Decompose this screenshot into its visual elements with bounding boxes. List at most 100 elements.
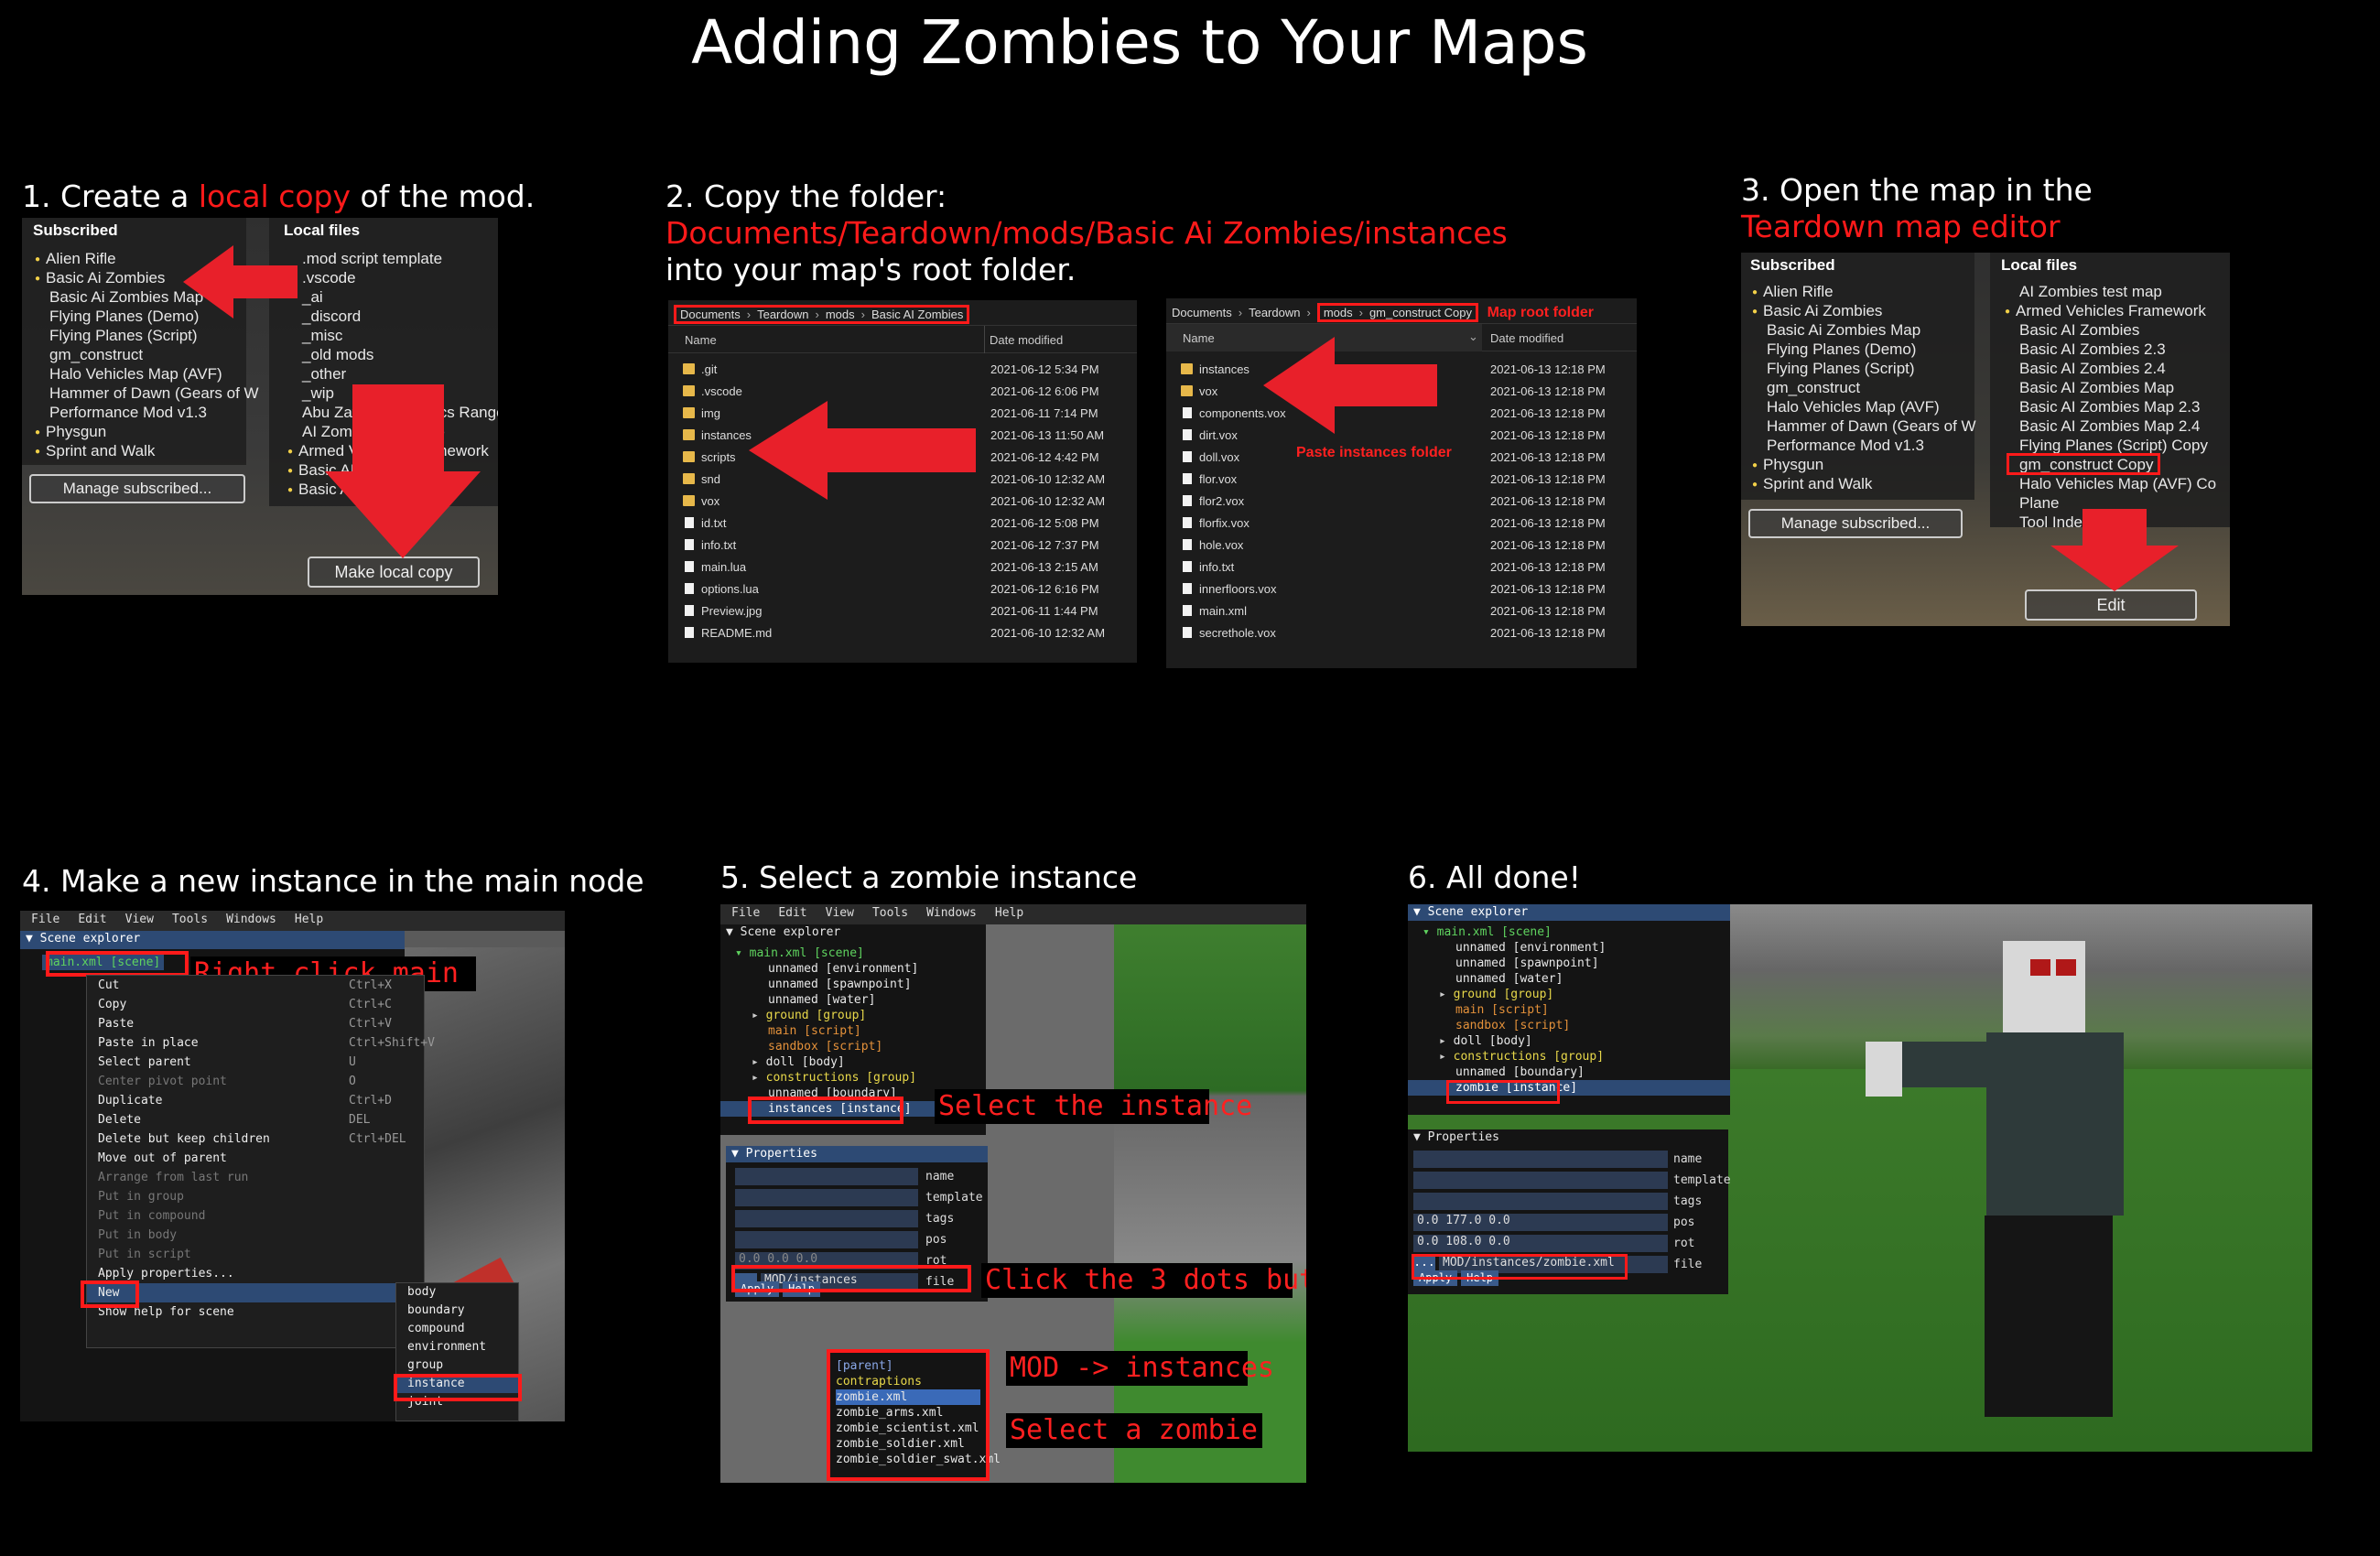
- mod-list-item[interactable]: Flying Planes (Script): [1752, 359, 1972, 378]
- scene-tree-node[interactable]: ▸ constructions [group]: [1408, 1049, 1730, 1064]
- file-row[interactable]: main.lua 2021-06-13 2:15 AM: [668, 556, 1137, 578]
- file-row[interactable]: flor2.vox 2021-06-13 12:18 PM: [1166, 491, 1637, 513]
- scene-tree-node[interactable]: unnamed [environment]: [1408, 940, 1730, 956]
- file-row[interactable]: README.md 2021-06-10 12:32 AM: [668, 622, 1137, 644]
- file-row[interactable]: innerfloors.vox 2021-06-13 12:18 PM: [1166, 578, 1637, 600]
- menu-tools[interactable]: Tools: [872, 906, 908, 920]
- context-menu-item[interactable]: Duplicate Ctrl+D: [87, 1091, 424, 1110]
- file-row[interactable]: main.xml 2021-06-13 12:18 PM: [1166, 600, 1637, 622]
- scene-tree-node[interactable]: unnamed [water]: [1408, 971, 1730, 987]
- submenu-item[interactable]: group: [396, 1356, 518, 1375]
- context-menu-item[interactable]: Paste Ctrl+V: [87, 1014, 424, 1033]
- file-row[interactable]: secrethole.vox 2021-06-13 12:18 PM: [1166, 622, 1637, 644]
- property-field[interactable]: [1413, 1151, 1668, 1168]
- property-field[interactable]: [735, 1231, 918, 1248]
- column-date[interactable]: Date modified: [984, 333, 1063, 347]
- mod-list-item[interactable]: Basic AI Zombies Map 2.4: [2005, 416, 2224, 436]
- menu-view[interactable]: View: [826, 906, 854, 920]
- mod-list-item[interactable]: Flying Planes (Script) Copy: [2005, 436, 2224, 455]
- menu-windows[interactable]: Windows: [226, 913, 276, 926]
- scene-tree-node[interactable]: main [script]: [1408, 1002, 1730, 1018]
- caret-right-icon[interactable]: ▸: [752, 1071, 766, 1085]
- column-date[interactable]: Date modified: [1490, 331, 1563, 345]
- file-row[interactable]: .vscode 2021-06-12 6:06 PM: [668, 381, 1137, 403]
- file-row[interactable]: hole.vox 2021-06-13 12:18 PM: [1166, 535, 1637, 556]
- mod-list-item[interactable]: .vscode: [287, 268, 493, 287]
- menu-windows[interactable]: Windows: [926, 906, 977, 920]
- mod-list-item[interactable]: Basic AI Zombies Map: [2005, 378, 2224, 397]
- menu-tools[interactable]: Tools: [172, 913, 208, 926]
- menu-view[interactable]: View: [125, 913, 154, 926]
- mod-list-item[interactable]: AI Zombies test map: [2005, 282, 2224, 301]
- manage-subscribed-button[interactable]: Manage subscribed...: [1748, 509, 1963, 538]
- mod-list-item[interactable]: Sprint and Walk: [35, 441, 245, 460]
- scene-tree-node[interactable]: sandbox [script]: [720, 1039, 986, 1054]
- caret-right-icon[interactable]: ▸: [752, 1009, 766, 1022]
- file-row[interactable]: flor.vox 2021-06-13 12:18 PM: [1166, 469, 1637, 491]
- mod-list-item[interactable]: Halo Vehicles Map (AVF): [1752, 397, 1972, 416]
- mod-list-item[interactable]: Flying Planes (Script): [35, 326, 245, 345]
- scene-tree-node[interactable]: unnamed [water]: [720, 992, 986, 1008]
- mod-list-item[interactable]: Hammer of Dawn (Gears of W: [1752, 416, 1976, 436]
- collapse-icon[interactable]: ▼: [1413, 905, 1428, 919]
- make-local-copy-button[interactable]: Make local copy: [308, 556, 480, 588]
- collapse-icon[interactable]: ▼: [726, 925, 741, 939]
- mod-list-item[interactable]: Basic AI Zombies 2.4: [2005, 359, 2224, 378]
- scene-tree-node[interactable]: sandbox [script]: [1408, 1018, 1730, 1033]
- mod-list-item[interactable]: _other: [287, 364, 493, 384]
- mod-list-item[interactable]: Halo Vehicles Map (AVF): [35, 364, 245, 384]
- mod-list-item[interactable]: Halo Vehicles Map (AVF) Co: [2005, 474, 2224, 493]
- context-menu-item[interactable]: Cut Ctrl+X: [87, 976, 424, 995]
- scene-tree-node[interactable]: main [script]: [720, 1023, 986, 1039]
- scene-tree-node[interactable]: unnamed [boundary]: [1408, 1064, 1730, 1080]
- mod-list-item[interactable]: Basic Ai Zombies: [1752, 301, 1972, 320]
- context-menu-item[interactable]: Copy Ctrl+C: [87, 995, 424, 1014]
- context-menu-item[interactable]: Move out of parent: [87, 1149, 424, 1168]
- file-row[interactable]: .git 2021-06-12 5:34 PM: [668, 359, 1137, 381]
- scene-tree-node[interactable]: unnamed [spawnpoint]: [720, 977, 986, 992]
- mod-list-item[interactable]: _discord: [287, 307, 493, 326]
- property-field[interactable]: 0.0 108.0 0.0: [1413, 1235, 1668, 1252]
- mod-list-item[interactable]: Basic AI Zombies 2.3: [2005, 340, 2224, 359]
- mod-list-item[interactable]: Basic Ai Zombies Map: [1752, 320, 1972, 340]
- mod-list-item[interactable]: Basic AI Zombies Map 2.3: [2005, 397, 2224, 416]
- mod-list-item[interactable]: Basic AI Zombies: [2005, 320, 2224, 340]
- breadcrumb-item[interactable]: Teardown: [757, 308, 808, 321]
- collapse-icon[interactable]: ▼: [26, 932, 40, 945]
- property-field[interactable]: [1413, 1193, 1668, 1210]
- mod-list-item[interactable]: _old mods: [287, 345, 493, 364]
- file-row[interactable]: id.txt 2021-06-12 5:08 PM: [668, 513, 1137, 535]
- breadcrumb-item[interactable]: Documents: [680, 308, 741, 321]
- edit-button[interactable]: Edit: [2025, 589, 2197, 621]
- caret-right-icon[interactable]: ▸: [1439, 1034, 1454, 1048]
- submenu-item[interactable]: boundary: [396, 1302, 518, 1320]
- property-field[interactable]: [735, 1168, 918, 1185]
- mod-list-item[interactable]: Physgun: [35, 422, 245, 441]
- submenu-item[interactable]: environment: [396, 1338, 518, 1356]
- menu-help[interactable]: Help: [295, 913, 323, 926]
- breadcrumb-item[interactable]: Teardown: [1249, 306, 1300, 319]
- context-menu-item[interactable]: Delete but keep children Ctrl+DEL: [87, 1129, 424, 1149]
- submenu-item[interactable]: compound: [396, 1320, 518, 1338]
- scene-tree-node[interactable]: ▸ doll [body]: [1408, 1033, 1730, 1049]
- property-field[interactable]: [735, 1189, 918, 1206]
- column-name[interactable]: Name: [685, 333, 717, 347]
- menu-edit[interactable]: Edit: [78, 913, 106, 926]
- file-row[interactable]: info.txt 2021-06-13 12:18 PM: [1166, 556, 1637, 578]
- mod-list-item[interactable]: Hammer of Dawn (Gears of W: [35, 384, 259, 403]
- collapse-icon[interactable]: ▼: [731, 1147, 746, 1161]
- property-field[interactable]: 0.0 177.0 0.0: [1413, 1214, 1668, 1231]
- mod-list-item[interactable]: Armed Vehicles Framework: [2005, 301, 2224, 320]
- mod-list-item[interactable]: gm_construct: [35, 345, 245, 364]
- collapse-icon[interactable]: ▼: [1413, 1130, 1428, 1144]
- mod-list-item[interactable]: .mod script template: [287, 249, 493, 268]
- context-menu-item[interactable]: Paste in place Ctrl+Shift+V: [87, 1033, 435, 1053]
- property-field[interactable]: [1413, 1172, 1668, 1189]
- property-field[interactable]: [735, 1210, 918, 1227]
- scene-tree-node[interactable]: ▾ main.xml [scene]: [720, 945, 986, 961]
- file-row[interactable]: florfix.vox 2021-06-13 12:18 PM: [1166, 513, 1637, 535]
- scene-tree-node[interactable]: ▸ ground [group]: [720, 1008, 986, 1023]
- mod-list-item[interactable]: Performance Mod v1.3: [35, 403, 245, 422]
- breadcrumb-item[interactable]: Basic AI Zombies: [871, 308, 963, 321]
- menu-help[interactable]: Help: [995, 906, 1023, 920]
